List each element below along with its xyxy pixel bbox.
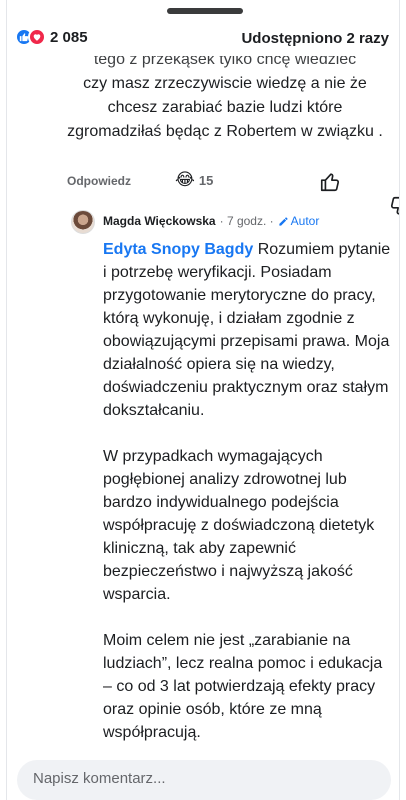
reply-author[interactable]: Magda Więckowska: [103, 214, 216, 228]
reply-paragraph-text: Rozumiem pytanie i potrzebę weryfikacji.…: [103, 241, 391, 419]
comment-input[interactable]: [17, 760, 391, 796]
author-badge: Autor: [278, 214, 320, 228]
comments-sheet: 2 085 Udostępniono 2 razy tego z przekąs…: [6, 0, 400, 800]
love-icon: [28, 28, 46, 46]
comment-partial-line: tego z przekąsek tylko chcę wiedzieć: [93, 56, 357, 68]
sheet-drag-handle[interactable]: [167, 8, 243, 14]
post-stats-bar: 2 085 Udostępniono 2 razy: [7, 22, 399, 56]
comment-text: czy masz zrzeczywiscie wiedzę a nie że c…: [67, 75, 383, 140]
reply-header: Magda Więckowska · 7 godz. · Autor: [103, 214, 319, 228]
comment-composer: [17, 760, 391, 800]
shares-count[interactable]: Udostępniono 2 razy: [241, 30, 389, 47]
reactions-summary[interactable]: 2 085: [15, 28, 88, 46]
laugh-emoji-icon: 😂: [175, 170, 195, 189]
reply-paragraph: W przypadkach wymagających pogłębionej a…: [103, 448, 375, 603]
comment-body: tego z przekąsek tylko chcę wiedzieć czy…: [65, 56, 385, 144]
thumbs-down-icon[interactable]: [365, 171, 399, 215]
reply-paragraph: Edyta Snopy Bagdy Rozumiem pytanie i pot…: [103, 238, 395, 422]
comments-list: tego z przekąsek tylko chcę wiedzieć czy…: [7, 56, 399, 746]
comment-actions: Odpowiedz 😂 15: [67, 170, 399, 215]
author-badge-label: Autor: [290, 214, 320, 228]
mention-link[interactable]: Edyta Snopy Bagdy: [103, 241, 253, 258]
comment-reaction-count: 15: [198, 172, 214, 188]
reply-button[interactable]: Odpowiedz: [67, 174, 131, 188]
reply-text: Edyta Snopy Bagdy Rozumiem pytanie i pot…: [103, 238, 395, 746]
reply-time: · 7 godz. ·: [219, 214, 274, 228]
reply-paragraph: Moim celem nie jest „zarabianie na ludzi…: [103, 632, 383, 741]
reactions-count: 2 085: [50, 28, 88, 46]
thumbs-up-icon[interactable]: [319, 171, 341, 198]
pencil-icon: [279, 216, 288, 226]
avatar[interactable]: [71, 210, 95, 234]
comment-reactions[interactable]: 😂 15: [175, 170, 213, 190]
